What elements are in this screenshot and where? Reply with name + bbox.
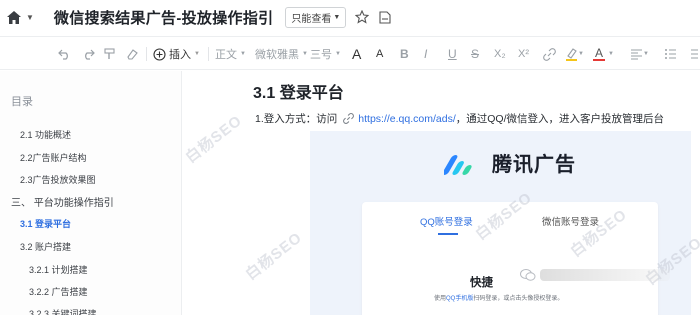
font-size-label: 三号	[310, 49, 332, 61]
highlight-icon[interactable]	[565, 46, 578, 62]
blurred-text	[540, 269, 670, 281]
plus-circle-icon	[153, 47, 166, 61]
font-size-select[interactable]: 三号 ▼	[310, 46, 341, 62]
permission-dropdown[interactable]: 只能查看 ▼	[285, 6, 347, 28]
clear-format-icon[interactable]	[126, 46, 138, 62]
quick-login-title: 快捷	[470, 277, 493, 289]
increase-font-size-button[interactable]: A	[352, 46, 361, 62]
font-family-select[interactable]: 微软雅黑 ▼	[255, 46, 308, 62]
section-heading: 3.1 登录平台	[253, 85, 344, 102]
tab-qq-login: QQ账号登录	[420, 217, 473, 228]
outline-item-2-3[interactable]: 2.3广告投放效果图	[20, 173, 96, 186]
outline-item-chapter-3[interactable]: 三、 平台功能操作指引	[11, 194, 114, 209]
scan-desc-post: 扫码登录，或点击头像授权登录。	[473, 296, 564, 302]
outline-sidebar: 目录 2.1 功能概述 2.2广告账户结构 2.3广告投放效果图 三、 平台功能…	[0, 71, 182, 315]
chevron-down-icon: ▼	[333, 13, 341, 21]
blurred-overlay	[520, 268, 670, 282]
home-menu-chevron-icon[interactable]: ▼	[26, 13, 34, 22]
login-method-paragraph: 1.登入方式：访问 https://e.qq.com/ads/ ，通过QQ/微信…	[255, 111, 664, 126]
text-color-swatch	[593, 58, 605, 61]
undo-icon[interactable]	[58, 46, 71, 62]
align-left-icon[interactable]	[630, 46, 643, 62]
strikethrough-button[interactable]: S	[471, 46, 479, 62]
tencent-ads-logo-icon	[444, 151, 484, 175]
paragraph-style-select[interactable]: 正文 ▼	[215, 46, 246, 62]
chevron-down-icon[interactable]: ▼	[578, 46, 584, 62]
paragraph-prefix: 1.登入方式：访问	[255, 113, 338, 125]
home-icon[interactable]	[6, 10, 22, 24]
outline-item-2-2[interactable]: 2.2广告账户结构	[20, 151, 87, 164]
decrease-font-size-button[interactable]: A	[376, 46, 383, 62]
subscript-button[interactable]: X₂	[494, 46, 506, 62]
outline-item-3-1[interactable]: 3.1 登录平台	[20, 217, 71, 230]
chevron-down-icon[interactable]: ▼	[608, 46, 614, 62]
numbered-list-icon[interactable]	[686, 46, 698, 62]
active-tab-indicator	[438, 233, 458, 235]
document-info-icon[interactable]	[378, 10, 392, 24]
insert-label: 插入	[169, 49, 191, 61]
toolbar-divider	[208, 47, 209, 61]
wechat-logo-icon	[520, 268, 536, 282]
outline-item-3-2-3[interactable]: 3.2.3 关键词搭建	[29, 307, 97, 315]
bold-button[interactable]: B	[400, 46, 409, 62]
chevron-down-icon: ▼	[194, 51, 200, 57]
watermark: 白杨SEO	[182, 112, 246, 167]
format-toolbar: 插入 ▼ 正文 ▼ 微软雅黑 ▼ 三号 ▼ A A B I U S X₂ X² …	[0, 36, 700, 70]
toolbar-divider	[146, 47, 147, 61]
chevron-down-icon[interactable]: ▼	[643, 46, 649, 62]
superscript-button[interactable]: X²	[518, 46, 529, 62]
link-icon[interactable]	[543, 46, 556, 62]
link-icon	[343, 113, 355, 124]
document-title: 微信搜索结果广告-投放操作指引	[53, 9, 274, 27]
paragraph-style-label: 正文	[215, 49, 237, 61]
text-color-button[interactable]: A	[593, 46, 605, 62]
outline-item-2-1[interactable]: 2.1 功能概述	[20, 128, 71, 141]
watermark: 白杨SEO	[242, 229, 306, 284]
quick-login-description: 使用QQ手机版扫码登录，或点击头像授权登录。	[434, 293, 563, 302]
permission-label: 只能查看	[291, 13, 332, 25]
chevron-down-icon: ▼	[240, 51, 246, 57]
chevron-down-icon: ▼	[335, 51, 341, 57]
scan-desc-link: QQ手机版	[446, 296, 474, 302]
insert-button[interactable]: 插入 ▼	[153, 46, 200, 62]
outline-item-3-2-1[interactable]: 3.2.1 计划搭建	[29, 263, 88, 276]
redo-icon[interactable]	[82, 46, 95, 62]
outline-title: 目录	[11, 96, 33, 108]
paragraph-suffix: ，通过QQ/微信登入，进入客户投放管理后台	[455, 113, 664, 125]
outline-item-3-2-2[interactable]: 3.2.2 广告搭建	[29, 285, 88, 298]
tencent-ads-brand: 腾讯广告	[444, 148, 576, 177]
outline-item-3-2[interactable]: 3.2 账户搭建	[20, 240, 71, 253]
brand-name: 腾讯广告	[492, 154, 576, 176]
font-family-label: 微软雅黑	[255, 49, 299, 61]
underline-button[interactable]: U	[448, 46, 457, 62]
text-color-letter: A	[594, 45, 603, 60]
chevron-down-icon: ▼	[302, 51, 308, 57]
scan-desc-pre: 使用	[434, 296, 447, 302]
format-painter-icon[interactable]	[104, 46, 116, 62]
title-bar: ▼ 微信搜索结果广告-投放操作指引 只能查看 ▼	[0, 0, 700, 34]
ads-login-link[interactable]: https://e.qq.com/ads/	[358, 113, 455, 125]
bulleted-list-icon[interactable]	[664, 46, 677, 62]
italic-button[interactable]: I	[424, 46, 427, 62]
star-icon[interactable]	[355, 10, 370, 24]
